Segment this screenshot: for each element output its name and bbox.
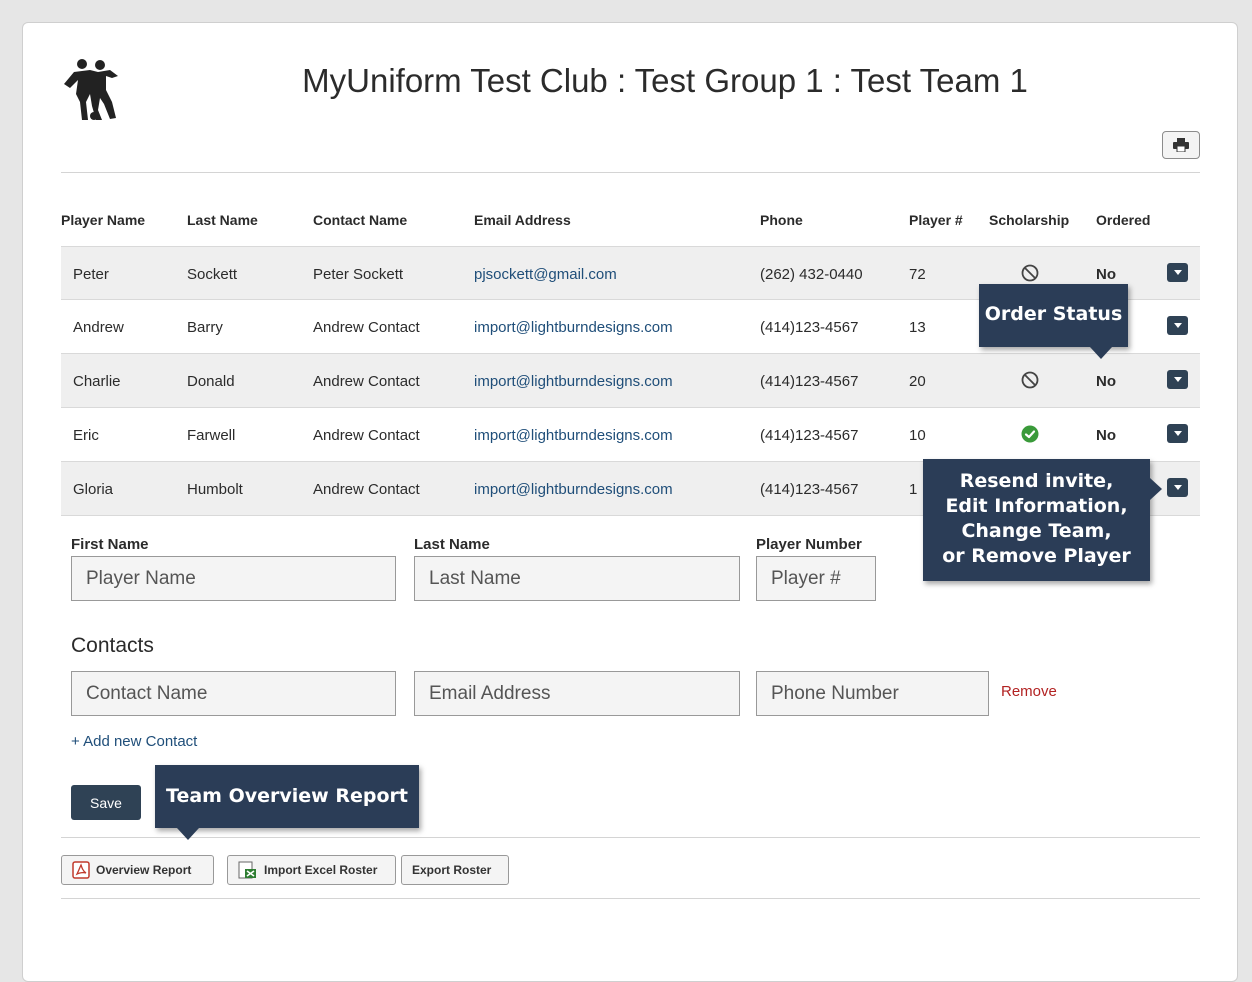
callout-line: Change Team, [961,520,1112,542]
last-name-label: Last Name [414,536,490,553]
column-header-ordered: Ordered [1096,212,1151,228]
team-overview-callout-text: Team Overview Report [166,785,408,807]
cell-first-name: Andrew [73,319,124,336]
cell-contact-name: Peter Sockett [313,266,404,283]
cell-last-name: Donald [187,373,235,390]
caret-down-icon [1173,377,1182,382]
cell-first-name: Gloria [73,481,114,498]
cell-player-number: 20 [909,373,926,390]
column-header-contact-name: Contact Name [313,212,408,228]
contact-name-input[interactable] [71,671,396,716]
email-address-input[interactable] [414,671,740,716]
cell-phone: (414)123-4567 [760,427,859,444]
callout-line: Resend invite, [959,470,1114,492]
caret-down-icon [1173,270,1182,275]
team-overview-callout: Team Overview Report [155,765,419,840]
excel-import-icon [238,861,256,879]
table-row[interactable]: Charlie Donald Andrew Contact import@lig… [61,354,1200,408]
cell-player-number: 1 [909,481,918,498]
order-status-callout-text: Order Status [984,303,1123,325]
cell-phone: (414)123-4567 [760,481,859,498]
column-header-last-name: Last Name [187,212,258,228]
column-header-phone: Phone [760,212,803,228]
first-name-label: First Name [71,536,149,553]
save-button[interactable]: Save [71,785,141,820]
pdf-icon [72,861,90,879]
column-header-scholarship: Scholarship [989,212,1070,228]
printer-icon [1173,138,1189,152]
no-scholarship-icon [1021,371,1039,389]
check-circle-icon [1021,425,1039,443]
row-actions-dropdown-button[interactable] [1167,478,1188,497]
table-row[interactable]: Eric Farwell Andrew Contact import@light… [61,408,1200,462]
cell-contact-name: Andrew Contact [313,427,420,444]
export-roster-label: Export Roster [412,863,492,877]
print-button[interactable] [1162,131,1200,159]
overview-report-button[interactable]: Overview Report [61,855,214,885]
callout-pointer [1090,347,1112,359]
divider [61,172,1200,173]
row-actions-dropdown-button[interactable] [1167,263,1188,282]
player-number-input[interactable] [756,556,876,601]
contacts-heading: Contacts [71,634,154,657]
callout-line: Edit Information, [945,495,1128,517]
player-actions-callout: Resend invite, Edit Information, Change … [923,459,1162,581]
cell-phone: (414)123-4567 [760,319,859,336]
cell-phone: (262) 432-0440 [760,266,863,283]
row-actions-dropdown-button[interactable] [1167,316,1188,335]
cell-first-name: Charlie [73,373,121,390]
caret-down-icon [1173,485,1182,490]
cell-contact-name: Andrew Contact [313,319,420,336]
soccer-players-icon [64,59,118,120]
cell-first-name: Eric [73,427,99,444]
remove-contact-link[interactable]: Remove [1001,683,1057,700]
add-contact-link[interactable]: + Add new Contact [71,733,197,750]
last-name-input[interactable] [414,556,740,601]
cell-ordered: No [1096,373,1116,390]
cell-phone: (414)123-4567 [760,373,859,390]
callout-pointer [1150,478,1162,500]
player-number-label: Player Number [756,536,862,553]
cell-player-number: 72 [909,266,926,283]
cell-email[interactable]: import@lightburndesigns.com [474,427,673,444]
row-actions-dropdown-button[interactable] [1167,370,1188,389]
cell-email[interactable]: pjsockett@gmail.com [474,266,617,283]
cell-first-name: Peter [73,266,109,283]
cell-email[interactable]: import@lightburndesigns.com [474,373,673,390]
cell-contact-name: Andrew Contact [313,481,420,498]
phone-number-input[interactable] [756,671,989,716]
callout-line: or Remove Player [942,545,1131,567]
page-title: MyUniform Test Club : Test Group 1 : Tes… [302,62,1028,99]
cell-last-name: Barry [187,319,223,336]
column-header-player-name: Player Name [61,212,146,228]
overview-report-label: Overview Report [96,863,192,877]
cell-email[interactable]: import@lightburndesigns.com [474,481,673,498]
cell-email[interactable]: import@lightburndesigns.com [474,319,673,336]
divider [61,898,1200,899]
no-scholarship-icon [1021,264,1039,282]
import-excel-roster-button[interactable]: Import Excel Roster [227,855,396,885]
column-header-player-number: Player # [909,212,963,228]
cell-player-number: 13 [909,319,926,336]
caret-down-icon [1173,431,1182,436]
export-roster-button[interactable]: Export Roster [401,855,509,885]
cell-ordered: No [1096,427,1116,444]
first-name-input[interactable] [71,556,396,601]
divider [61,837,1200,838]
callout-pointer [177,828,199,840]
column-header-email: Email Address [474,212,571,228]
order-status-callout: Order Status [979,284,1128,359]
row-actions-dropdown-button[interactable] [1167,424,1188,443]
cell-contact-name: Andrew Contact [313,373,420,390]
cell-last-name: Farwell [187,427,236,444]
cell-ordered: No [1096,266,1116,283]
import-excel-roster-label: Import Excel Roster [264,863,378,877]
cell-last-name: Humbolt [187,481,243,498]
caret-down-icon [1173,323,1182,328]
cell-last-name: Sockett [187,266,238,283]
cell-player-number: 10 [909,427,926,444]
